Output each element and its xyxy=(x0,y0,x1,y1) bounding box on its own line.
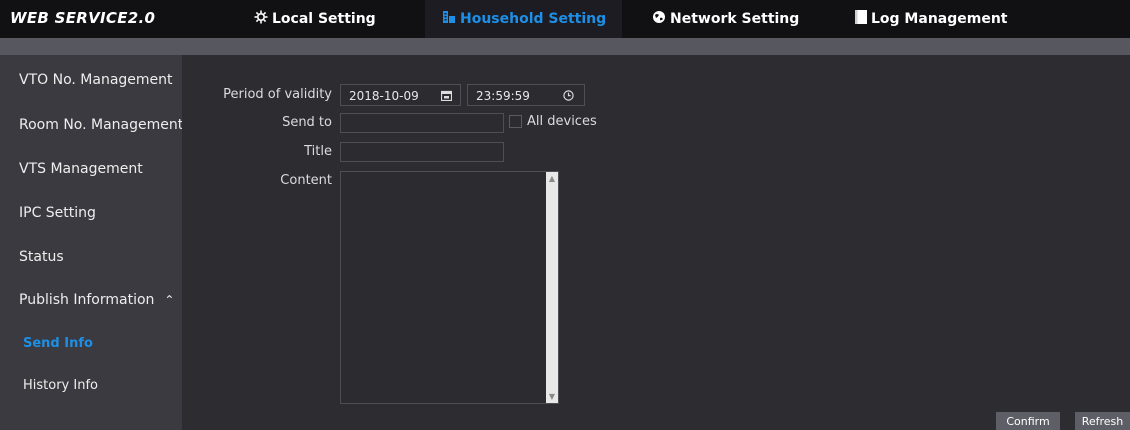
building-icon xyxy=(442,10,456,28)
content-label: Content xyxy=(280,173,332,188)
content-scrollbar[interactable]: ▲ ▼ xyxy=(546,172,558,403)
sidebar-item-room-no-management[interactable]: Room No. Management xyxy=(19,117,183,133)
tab-local-setting[interactable]: Local Setting xyxy=(254,0,376,38)
sub-header-bar xyxy=(0,38,1130,55)
all-devices-label: All devices xyxy=(527,114,597,129)
period-of-validity-label: Period of validity xyxy=(223,87,332,102)
scroll-down-icon[interactable]: ▼ xyxy=(546,392,558,401)
validity-date-input[interactable]: 2018-10-09 xyxy=(340,84,461,106)
scroll-up-icon[interactable]: ▲ xyxy=(546,174,558,183)
tab-label: Household Setting xyxy=(460,11,607,27)
confirm-button[interactable]: Confirm xyxy=(996,412,1060,430)
tab-network-setting[interactable]: Network Setting xyxy=(652,0,799,38)
send-to-label: Send to xyxy=(282,115,332,130)
brand-logo: WEB SERVICE2.0 xyxy=(10,9,156,27)
clock-icon[interactable] xyxy=(563,87,574,104)
refresh-button[interactable]: Refresh xyxy=(1075,412,1130,430)
validity-time-value: 23:59:59 xyxy=(476,89,530,103)
validity-time-input[interactable]: 23:59:59 xyxy=(467,84,585,106)
title-label: Title xyxy=(304,144,332,159)
sidebar-item-vts-management[interactable]: VTS Management xyxy=(19,161,143,177)
sidebar-item-label: Publish Information xyxy=(19,292,155,308)
tab-household-setting[interactable]: Household Setting xyxy=(425,0,623,38)
content-textarea[interactable]: ▲ ▼ xyxy=(340,171,559,404)
gear-icon xyxy=(254,10,268,28)
chevron-up-icon: ⌃ xyxy=(164,293,175,307)
sidebar-item-publish-information[interactable]: Publish Information ⌃ xyxy=(19,292,174,308)
sidebar-item-ipc-setting[interactable]: IPC Setting xyxy=(19,205,96,221)
validity-date-value: 2018-10-09 xyxy=(349,89,419,103)
sidebar-item-send-info[interactable]: Send Info xyxy=(23,336,93,351)
send-info-panel: Period of validity 2018-10-09 23:59:59 S… xyxy=(182,55,1130,430)
tab-label: Log Management xyxy=(871,11,1008,27)
calendar-icon[interactable] xyxy=(440,87,453,104)
sidebar-item-history-info[interactable]: History Info xyxy=(23,378,98,393)
top-navigation-bar: WEB SERVICE2.0 Local Setting Household S… xyxy=(0,0,1130,38)
tab-log-management[interactable]: Log Management xyxy=(855,0,1008,38)
sidebar: VTO No. Management Room No. Management V… xyxy=(0,55,183,430)
all-devices-checkbox[interactable] xyxy=(509,115,522,128)
globe-icon xyxy=(652,10,666,28)
sidebar-item-status[interactable]: Status xyxy=(19,249,64,265)
tab-label: Local Setting xyxy=(272,11,376,27)
tab-label: Network Setting xyxy=(670,11,800,27)
title-input[interactable] xyxy=(340,142,504,162)
document-icon xyxy=(855,10,867,28)
send-to-input[interactable] xyxy=(340,113,504,133)
sidebar-item-vto-no-management[interactable]: VTO No. Management xyxy=(19,72,173,88)
